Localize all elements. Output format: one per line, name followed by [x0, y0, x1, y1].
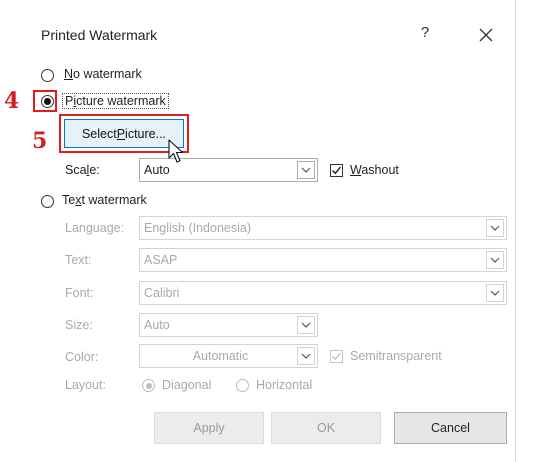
label-accesskey: N	[64, 67, 74, 81]
text-dropdown-button[interactable]	[486, 251, 504, 269]
washout-label[interactable]: Washout	[350, 163, 399, 177]
scale-dropdown-button[interactable]	[297, 161, 315, 179]
close-icon	[479, 28, 493, 42]
washout-checkbox[interactable]	[330, 164, 343, 177]
horizontal-radio[interactable]	[236, 379, 249, 392]
layout-label: Layout:	[65, 378, 107, 392]
background-window-edge	[515, 0, 533, 462]
step-5-annotation: 5	[32, 128, 48, 154]
scale-label: Scale:	[65, 163, 100, 177]
checkmark-icon	[332, 166, 342, 175]
checkmark-icon	[332, 352, 342, 361]
chevron-down-icon	[301, 322, 311, 328]
label-part: Sca	[65, 163, 87, 177]
label-part: o watermark	[73, 67, 142, 81]
chevron-down-icon	[301, 353, 311, 359]
font-dropdown-button[interactable]	[486, 284, 504, 302]
text-value: ASAP	[144, 253, 178, 267]
step-4-annotation: 4	[4, 88, 20, 114]
label-part: ashout	[361, 163, 399, 177]
label-part: Te	[62, 193, 76, 207]
label-part: icture...	[125, 126, 167, 141]
label-part: e:	[89, 163, 100, 177]
select-picture-button[interactable]: Select Picture...	[64, 119, 184, 148]
close-button[interactable]	[473, 24, 499, 47]
no-watermark-label[interactable]: No watermark	[64, 67, 142, 81]
scale-combobox[interactable]: Auto	[139, 158, 318, 182]
mouse-pointer-icon	[168, 139, 184, 163]
font-value: Calibri	[144, 286, 180, 300]
scale-value: Auto	[144, 163, 170, 177]
color-dropdown-button[interactable]	[297, 347, 315, 365]
size-combobox[interactable]: Auto	[139, 313, 318, 337]
cancel-button[interactable]: Cancel	[394, 412, 507, 444]
font-combobox[interactable]: Calibri	[139, 281, 507, 305]
color-label: Color:	[65, 350, 99, 364]
text-watermark-label[interactable]: Text watermark	[62, 193, 147, 207]
size-dropdown-button[interactable]	[297, 316, 315, 334]
chevron-down-icon	[490, 225, 500, 231]
text-watermark-radio[interactable]	[41, 195, 54, 208]
label-accesskey: P	[116, 126, 126, 141]
label-part: t watermark	[81, 193, 147, 207]
chevron-down-icon	[301, 167, 311, 173]
radio-selected-dot	[145, 382, 152, 389]
chevron-down-icon	[490, 290, 500, 296]
language-combobox[interactable]: English (Indonesia)	[139, 216, 507, 240]
size-value: Auto	[144, 318, 170, 332]
diagonal-radio[interactable]	[142, 379, 155, 392]
text-combobox[interactable]: ASAP	[139, 248, 507, 272]
color-picker[interactable]: Automatic	[139, 344, 318, 368]
color-value: Automatic	[192, 349, 249, 363]
semitransparent-label[interactable]: Semitransparent	[350, 349, 442, 363]
language-value: English (Indonesia)	[144, 221, 252, 235]
semitransparent-checkbox[interactable]	[330, 350, 343, 363]
ok-button[interactable]: OK	[271, 412, 381, 444]
label-accesskey: W	[350, 163, 362, 177]
picture-watermark-label[interactable]: Picture watermark	[62, 93, 169, 109]
text-label: Text:	[65, 253, 92, 267]
chevron-down-icon	[490, 257, 500, 263]
label-part: cture watermark	[76, 94, 166, 108]
label-part: Select	[81, 126, 117, 141]
font-label: Font:	[65, 286, 94, 300]
language-dropdown-button[interactable]	[486, 219, 504, 237]
language-label: Language:	[65, 221, 125, 235]
dialog-title: Printed Watermark	[41, 27, 158, 43]
help-button[interactable]: ?	[412, 24, 438, 41]
diagonal-label[interactable]: Diagonal	[162, 378, 211, 392]
picture-watermark-radio[interactable]	[41, 95, 54, 108]
no-watermark-radio[interactable]	[41, 69, 54, 82]
horizontal-label[interactable]: Horizontal	[256, 378, 312, 392]
radio-selected-dot	[44, 98, 51, 105]
apply-button[interactable]: Apply	[154, 412, 264, 444]
size-label: Size:	[65, 318, 93, 332]
